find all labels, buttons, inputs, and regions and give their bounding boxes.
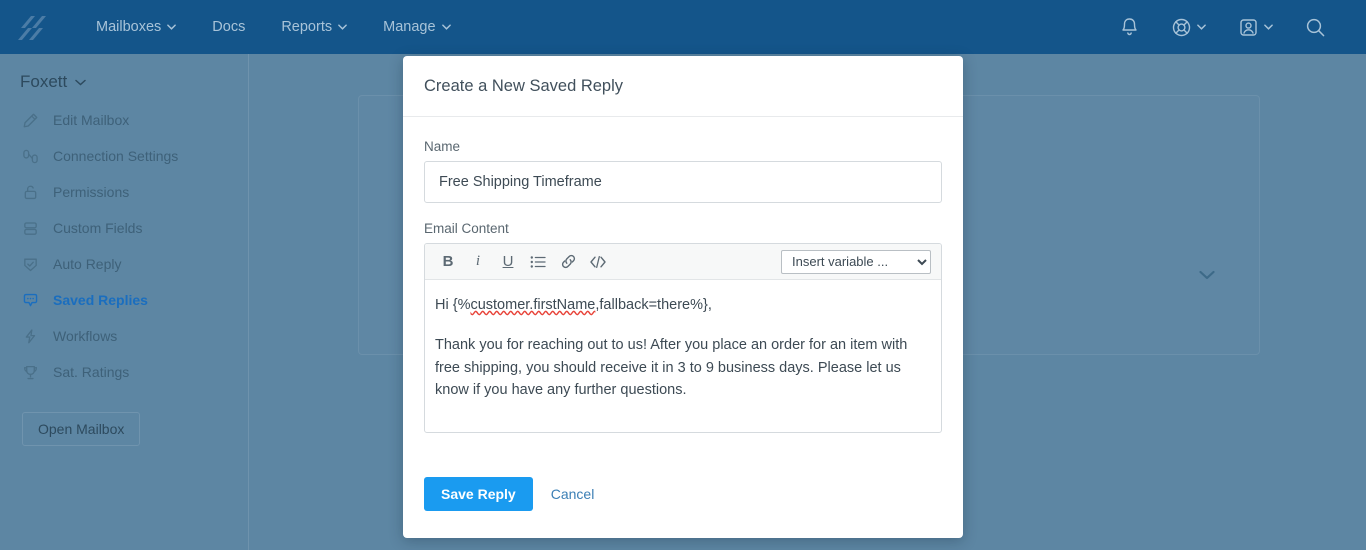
email-content-field-group: Email Content B i U Insert variable ... … bbox=[424, 221, 942, 433]
editor-paragraph: Thank you for reaching out to us! After … bbox=[435, 337, 908, 399]
link-icon[interactable] bbox=[553, 247, 583, 277]
greeting-variable: customer.firstName bbox=[470, 297, 596, 313]
name-field-group: Name bbox=[424, 139, 942, 203]
modal-header: Create a New Saved Reply bbox=[403, 56, 963, 117]
name-field-label: Name bbox=[424, 139, 461, 154]
underline-icon[interactable]: U bbox=[493, 247, 523, 277]
modal-overlay: Create a New Saved Reply Name Email Cont… bbox=[0, 0, 1366, 550]
email-content-editor-body[interactable]: Hi {%customer.firstName,fallback=there%}… bbox=[425, 280, 941, 432]
editor-greeting-line: Hi {%customer.firstName,fallback=there%}… bbox=[435, 294, 927, 316]
greeting-prefix: Hi {% bbox=[435, 297, 471, 313]
rich-text-editor: B i U Insert variable ... Hi {%customer.… bbox=[424, 243, 942, 433]
bold-icon[interactable]: B bbox=[433, 247, 463, 277]
save-reply-button[interactable]: Save Reply bbox=[424, 477, 533, 511]
insert-variable-select[interactable]: Insert variable ... bbox=[781, 249, 931, 274]
modal-footer: Save Reply Cancel bbox=[403, 451, 963, 511]
italic-icon[interactable]: i bbox=[463, 247, 493, 277]
modal-title: Create a New Saved Reply bbox=[424, 76, 624, 95]
name-input[interactable] bbox=[424, 161, 942, 203]
code-icon[interactable] bbox=[583, 247, 613, 277]
create-saved-reply-modal: Create a New Saved Reply Name Email Cont… bbox=[403, 56, 963, 538]
modal-body: Name Email Content B i U bbox=[403, 117, 963, 433]
greeting-suffix: ,fallback=there%}, bbox=[595, 297, 712, 313]
email-content-label: Email Content bbox=[424, 221, 509, 236]
cancel-button[interactable]: Cancel bbox=[551, 486, 595, 502]
editor-toolbar: B i U Insert variable ... bbox=[425, 244, 941, 280]
bullet-list-icon[interactable] bbox=[523, 247, 553, 277]
